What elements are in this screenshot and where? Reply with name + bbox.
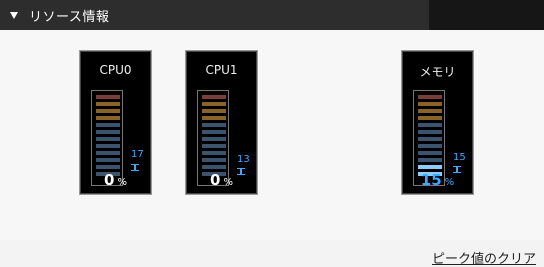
bar-segment xyxy=(202,151,226,155)
bar-segment xyxy=(202,130,226,134)
bar-segment xyxy=(96,158,120,162)
bar-segment xyxy=(418,116,442,120)
usage-percent: 0% xyxy=(80,171,151,189)
bar-segment xyxy=(418,95,442,99)
meter-label: メモリ xyxy=(419,65,456,79)
header-right-block xyxy=(429,0,544,30)
peak-marker-icon xyxy=(131,164,139,171)
bar-segment xyxy=(96,109,120,113)
bar-segment xyxy=(202,158,226,162)
bar-segment xyxy=(418,158,442,162)
bar-segment xyxy=(202,144,226,148)
bar-segment xyxy=(96,95,120,99)
bar-segment xyxy=(96,137,120,141)
meter-label: CPU1 xyxy=(205,63,238,77)
clear-peak-link[interactable]: ピーク値のクリア xyxy=(432,248,536,267)
peak-value: 13 xyxy=(237,154,250,165)
bar-segment xyxy=(202,165,226,169)
triangle-down-icon[interactable] xyxy=(10,11,18,19)
bar-segment xyxy=(96,130,120,134)
bar-segment xyxy=(202,102,226,106)
bar-segment xyxy=(202,109,226,113)
resource-panel-body: CPU0 17 0% CPU1 13 0 % メモリ 15 15 % ピーク値の… xyxy=(0,30,544,267)
usage-percent: 0% xyxy=(186,171,257,189)
peak-value: 17 xyxy=(131,149,144,160)
bar-segment xyxy=(96,151,120,155)
resource-panel-header[interactable]: リソース情報 xyxy=(0,0,544,30)
bar-segment xyxy=(418,151,442,155)
usage-percent: 15% xyxy=(402,171,473,189)
panel-title: リソース情報 xyxy=(29,9,110,25)
bar-segment xyxy=(418,109,442,113)
meter-cpu1: CPU1 13 0% xyxy=(186,51,257,194)
percent-unit: % xyxy=(117,177,127,188)
bar-segment xyxy=(418,102,442,106)
bar-segment xyxy=(202,116,226,120)
bar-segment xyxy=(418,123,442,127)
percent-unit: % xyxy=(444,177,455,188)
bar-segment xyxy=(418,137,442,141)
bar-segment xyxy=(418,130,442,134)
bar-segment xyxy=(202,95,226,99)
bar-segment xyxy=(202,137,226,141)
bar-segment xyxy=(418,144,442,148)
percent-unit: % xyxy=(223,177,233,188)
bar-segment xyxy=(96,165,120,169)
usage-percent-value: 0 xyxy=(104,171,115,189)
bar-segment xyxy=(96,144,120,148)
bar-segment xyxy=(96,102,120,106)
usage-percent-value: 15 xyxy=(420,171,442,189)
meter-memory: メモリ 15 15% xyxy=(402,51,473,194)
meter-cpu0: CPU0 17 0% xyxy=(80,51,151,194)
bar-segment xyxy=(96,123,120,127)
usage-percent-value: 0 xyxy=(210,171,221,189)
meter-label: CPU0 xyxy=(99,63,132,77)
bar-segment xyxy=(418,165,442,169)
bar-segment xyxy=(96,116,120,120)
peak-value: 15 xyxy=(453,152,466,163)
bar-segment xyxy=(202,123,226,127)
